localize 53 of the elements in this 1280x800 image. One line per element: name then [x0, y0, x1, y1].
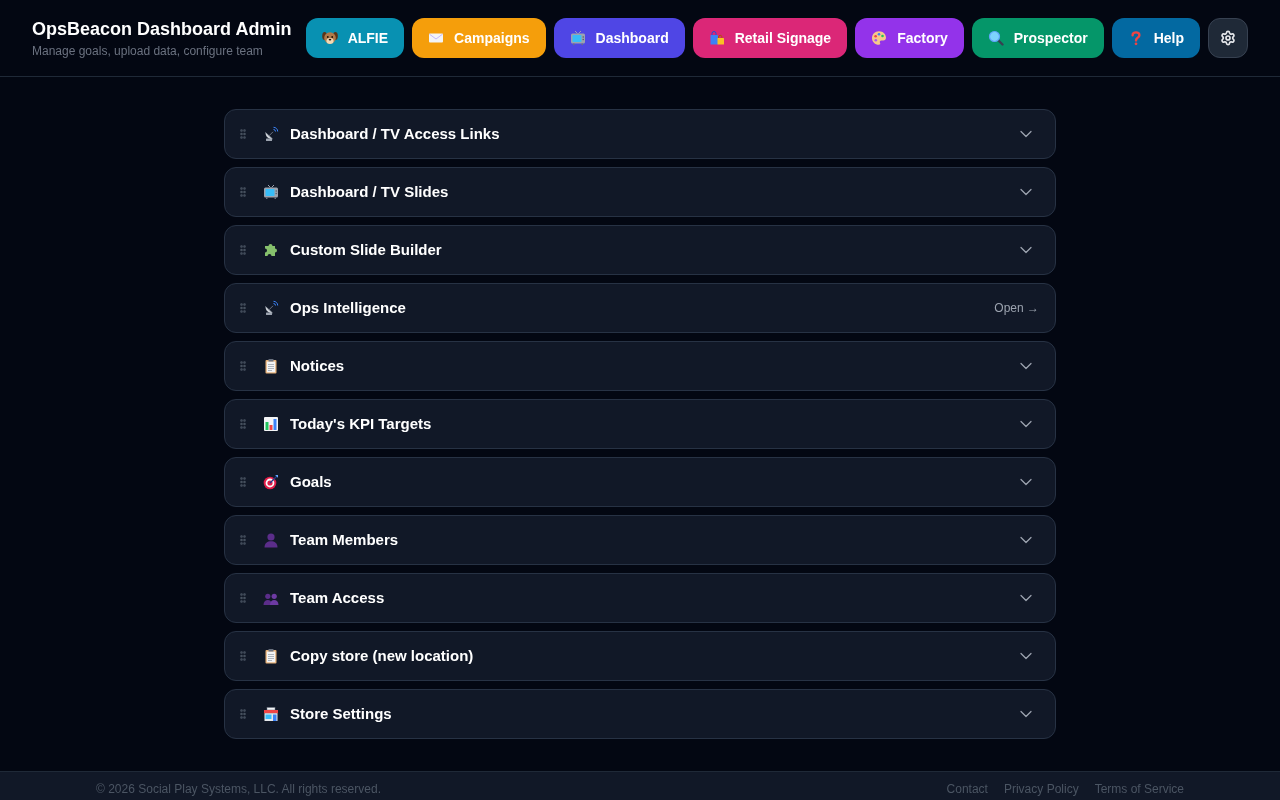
shopping-bags-icon: [708, 30, 725, 46]
drag-handle-icon[interactable]: [237, 416, 249, 432]
storefront-icon: [263, 706, 279, 722]
target-icon: [263, 474, 279, 490]
section-title: Dashboard / TV Slides: [290, 181, 449, 202]
settings-icon: [1220, 30, 1236, 46]
section-title: Team Access: [290, 587, 385, 608]
section-title: Dashboard / TV Access Links: [290, 123, 500, 144]
drag-handle-icon[interactable]: [237, 242, 249, 258]
drag-handle-icon[interactable]: [237, 648, 249, 664]
clipboard-icon: [263, 358, 279, 374]
nav-button[interactable]: Prospector: [971, 18, 1104, 58]
open-link[interactable]: Open →: [994, 299, 1039, 317]
drag-handle-icon[interactable]: [237, 532, 249, 548]
person-silhouette-icon: [263, 532, 279, 548]
footer-link[interactable]: Contact: [946, 780, 988, 798]
drag-handle-icon[interactable]: [237, 706, 249, 722]
drag-handle-icon[interactable]: [237, 300, 249, 316]
drag-handle-icon[interactable]: [237, 358, 249, 374]
nav-button[interactable]: Retail Signage: [692, 18, 848, 58]
copyright-text: © 2026 Social Play Systems, LLC. All rights reserved.: [96, 781, 381, 798]
footer-link[interactable]: Terms of Service: [1094, 780, 1184, 798]
nav-button[interactable]: Campaigns: [412, 18, 546, 58]
television-icon: [263, 184, 279, 200]
dog-face-icon: [321, 30, 338, 46]
drag-handle-icon[interactable]: [237, 184, 249, 200]
search-icon: [987, 30, 1004, 46]
television-icon: [569, 30, 586, 46]
section-title: Team Members: [290, 529, 399, 550]
drag-handle-icon[interactable]: [237, 126, 249, 142]
settings-button[interactable]: [1208, 18, 1248, 58]
section-title: Custom Slide Builder: [290, 239, 442, 260]
nav-button[interactable]: ALFIE: [305, 18, 405, 58]
app-subtitle: Manage goals, upload data, configure team: [32, 43, 264, 59]
nav-button[interactable]: Help: [1111, 18, 1200, 58]
section-title: Ops Intelligence: [290, 297, 406, 318]
section-title: Store Settings: [290, 703, 392, 724]
drag-handle-icon[interactable]: [237, 474, 249, 490]
nav-button[interactable]: Dashboard: [553, 18, 685, 58]
puzzle-piece-icon: [263, 242, 279, 258]
bar-chart-icon: [263, 416, 279, 432]
section-title: Today's KPI Targets: [290, 413, 432, 434]
nav-button[interactable]: Factory: [855, 18, 964, 58]
section-title: Goals: [290, 471, 332, 492]
app-title: OpsBeacon Dashboard Admin: [32, 18, 292, 41]
drag-handle-icon[interactable]: [237, 590, 249, 606]
section-title: Notices: [290, 355, 345, 376]
footer-link[interactable]: Privacy Policy: [1003, 780, 1079, 798]
satellite-dish-icon: [263, 126, 279, 142]
clipboard-icon: [263, 648, 279, 664]
section-title: Copy store (new location): [290, 645, 474, 666]
satellite-dish-icon: [263, 300, 279, 316]
palette-icon: [871, 30, 888, 46]
